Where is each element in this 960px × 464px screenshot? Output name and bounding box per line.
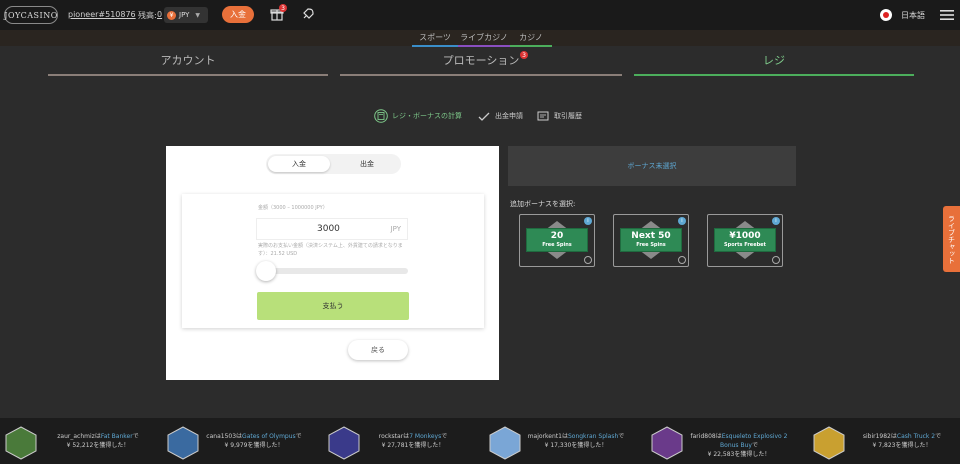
toggle-deposit[interactable]: 入金 — [268, 156, 330, 172]
currency-select[interactable]: ¥ JPY ▼ — [164, 7, 208, 23]
menu-bonus-calc[interactable]: レジ・ボーナスの計算 — [374, 108, 462, 124]
yen-coin-icon: ¥ — [167, 10, 176, 20]
info-icon[interactable]: i — [584, 217, 592, 225]
deposit-button[interactable]: 入金 — [222, 6, 254, 23]
info-icon[interactable]: i — [772, 217, 780, 225]
receipt-icon — [537, 111, 549, 121]
game-thumbnail-icon — [167, 426, 199, 460]
calculator-icon — [374, 109, 388, 123]
bonus-type: Free Spins — [542, 242, 572, 248]
amount-unit: JPY — [390, 225, 401, 233]
product-subnav: スポーツ ライブカジノ カジノ — [0, 30, 960, 47]
menu-history-label: 取引履歴 — [554, 112, 582, 120]
amount-range-label: 金額（3000 – 1000000 JPY） — [258, 205, 328, 211]
menu-bonus-calc-label: レジ・ボーナスの計算 — [392, 112, 462, 120]
win-text: cana1503はGates of Olympusで ¥ 9,979を獲得した！ — [206, 433, 302, 449]
rocket-icon[interactable] — [301, 7, 315, 21]
deposit-panel: 入金 出金 金額（3000 – 1000000 JPY） 3000 JPY 実際… — [166, 146, 499, 380]
amount-value: 3000 — [317, 224, 340, 234]
win-text: farid808はEsqueleto Explosivo 2 Bonus Buy… — [690, 433, 788, 458]
promotion-count-badge: 3 — [520, 51, 528, 59]
bonus-section-title: 追加ボーナスを選択: — [510, 200, 576, 208]
bonus-amount: ¥1000 — [729, 231, 761, 241]
language-label[interactable]: 日本語 — [901, 10, 925, 21]
balance-label: 残高: — [138, 11, 157, 20]
win-text: rockstarは7 Monkeysで ¥ 27,781を獲得した！ — [378, 433, 448, 449]
bonus-amount: 20 — [550, 231, 564, 241]
bonus-card[interactable]: Next 50 Free Spins i — [613, 214, 689, 267]
chevron-down-icon: ▼ — [195, 11, 201, 19]
hamburger-menu-icon[interactable] — [940, 9, 954, 21]
bonus-radio[interactable] — [584, 256, 592, 264]
balance-value[interactable]: 0 — [157, 10, 162, 19]
info-icon[interactable]: i — [678, 217, 686, 225]
japan-flag-icon[interactable] — [880, 9, 892, 21]
subnav-casino[interactable]: カジノ — [510, 32, 552, 47]
bonus-card[interactable]: 20 Free Spins i — [519, 214, 595, 267]
tab-promotion[interactable]: プロモーション — [340, 52, 622, 76]
bonus-plate: 20 Free Spins — [526, 228, 588, 252]
game-thumbnail-icon — [489, 426, 521, 460]
game-thumbnail-icon — [651, 426, 683, 460]
deposit-withdraw-toggle: 入金 出金 — [266, 154, 401, 174]
amount-slider-handle[interactable] — [256, 261, 276, 281]
back-button[interactable]: 戻る — [348, 340, 408, 360]
tab-cashier[interactable]: レジ — [634, 52, 914, 76]
tab-account[interactable]: アカウント — [48, 52, 328, 76]
menu-withdraw-label: 出金申請 — [495, 112, 523, 120]
bonus-radio[interactable] — [678, 256, 686, 264]
game-thumbnail-icon — [5, 426, 37, 460]
live-chat-tab[interactable]: ライブチャット — [943, 206, 960, 272]
converted-amount-note: 実際のお支払い金額（決済システム上、外貨建ての請求となります）：21.52 US… — [258, 243, 403, 257]
joycasino-logo[interactable]: JOYCASINO — [4, 6, 58, 24]
checkmark-hand-icon — [478, 112, 490, 121]
top-header: JOYCASINO pioneer#510876 残高: 0 ¥ JPY ▼ 入… — [0, 0, 960, 30]
game-thumbnail-icon — [328, 426, 360, 460]
deposit-form-card: 金額（3000 – 1000000 JPY） 3000 JPY 実際のお支払い金… — [182, 194, 484, 328]
amount-slider-track[interactable] — [258, 268, 408, 274]
bonus-type: Free Spins — [636, 242, 666, 248]
recent-wins-ticker: zaur_achmizはFat Bankerで ¥ 52,212を獲得した！ ca… — [0, 418, 960, 464]
game-thumbnail-icon — [813, 426, 845, 460]
bonus-type: Sports Freebet — [724, 242, 766, 248]
gift-count-badge: 3 — [279, 4, 287, 12]
amount-input[interactable]: 3000 JPY — [256, 218, 408, 240]
subnav-live-casino[interactable]: ライブカジノ — [458, 32, 510, 47]
bonus-plate: Next 50 Free Spins — [620, 228, 682, 252]
selected-bonus-display[interactable]: ボーナス未選択 — [508, 146, 796, 186]
win-text: majorkent1はSongkran Splashで ¥ 17,330を獲得した… — [527, 433, 625, 449]
subnav-sports[interactable]: スポーツ — [412, 32, 458, 47]
bonus-radio[interactable] — [772, 256, 780, 264]
toggle-withdraw[interactable]: 出金 — [336, 156, 398, 172]
pay-button[interactable]: 支払う — [257, 292, 409, 320]
currency-code: JPY — [179, 11, 190, 19]
win-text: sibir1982はCash Truck 2で ¥ 7,823を獲得した！ — [862, 433, 942, 449]
menu-withdraw-request[interactable]: 出金申請 — [477, 108, 523, 124]
bonus-plate: ¥1000 Sports Freebet — [714, 228, 776, 252]
username-link[interactable]: pioneer#510876 — [68, 10, 136, 19]
bonus-card[interactable]: ¥1000 Sports Freebet i — [707, 214, 783, 267]
bonus-amount: Next 50 — [631, 231, 671, 241]
win-text: zaur_achmizはFat Bankerで ¥ 52,212を獲得した！ — [57, 433, 139, 449]
menu-history[interactable]: 取引履歴 — [536, 108, 582, 124]
